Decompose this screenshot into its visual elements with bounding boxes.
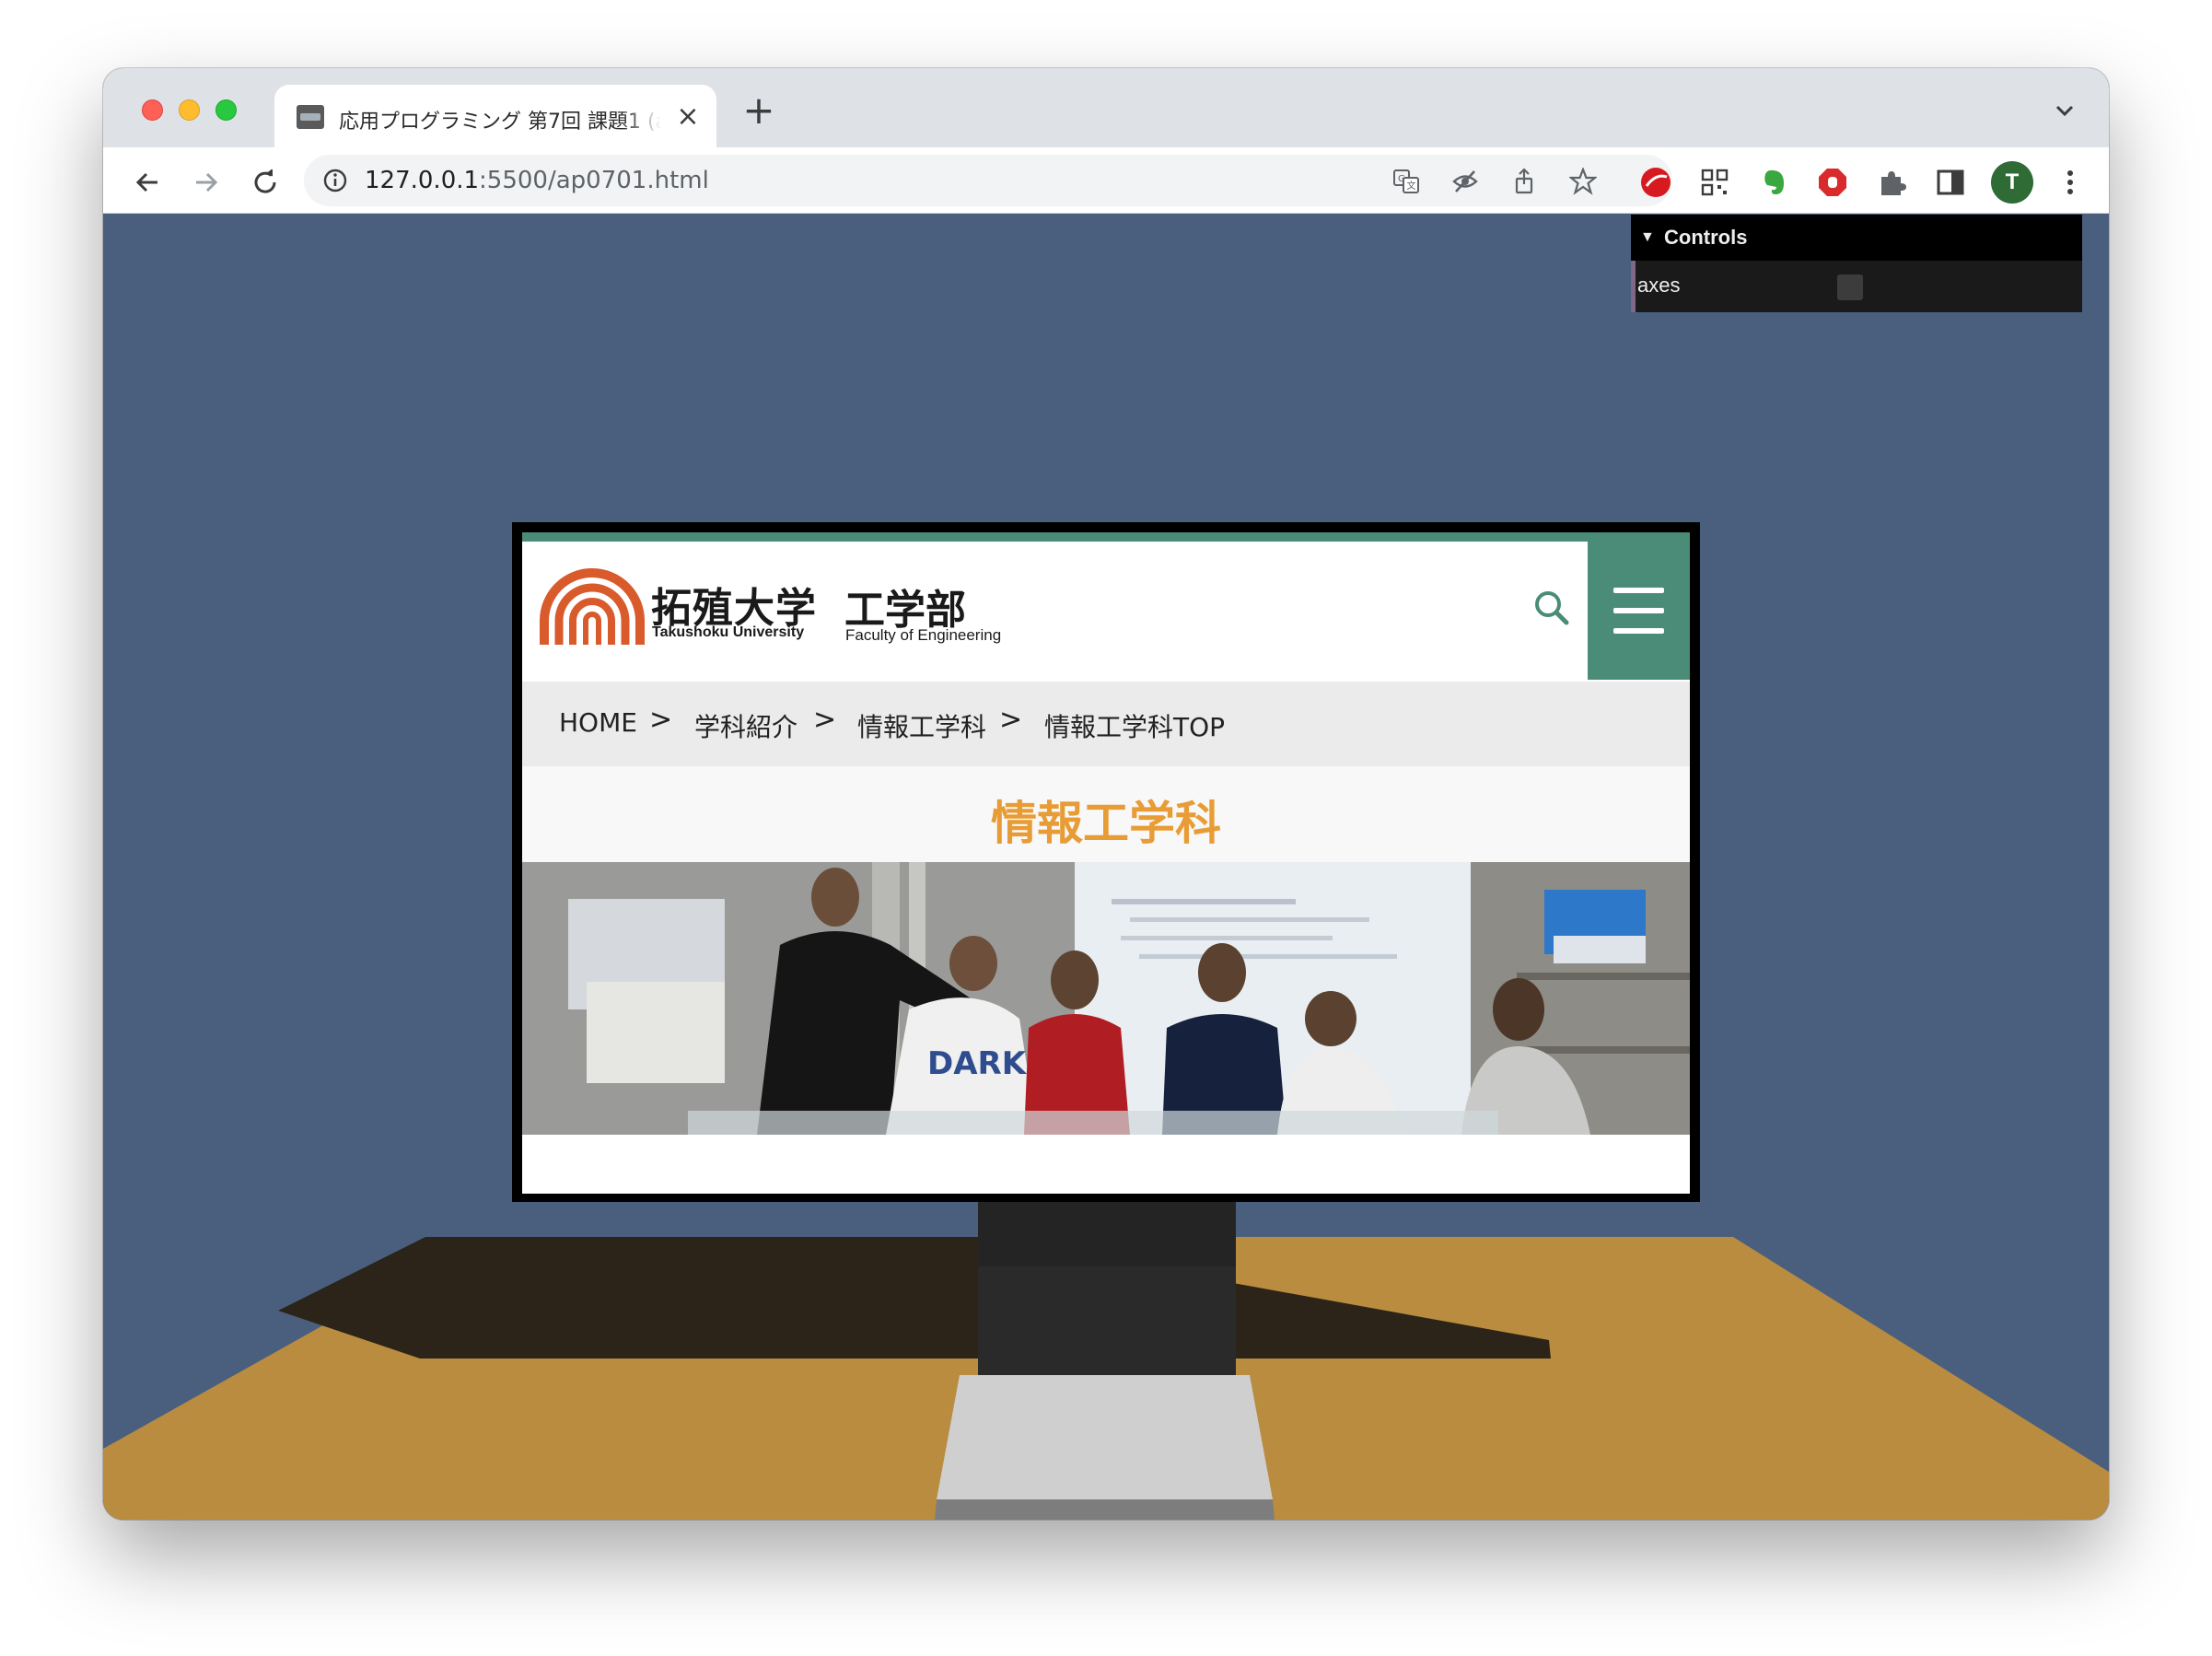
browser-window: 応用プログラミング 第7回 課題1 (a × + 127.0.0.1:5500/… xyxy=(103,68,2109,1520)
tab-favicon-icon xyxy=(297,105,324,129)
controls-header[interactable]: ▼ Controls xyxy=(1631,215,2082,261)
breadcrumb-home[interactable]: HOME xyxy=(559,707,637,738)
adblock-icon[interactable] xyxy=(1816,166,1849,199)
tab-close-icon[interactable]: × xyxy=(672,101,704,133)
site-info-icon[interactable] xyxy=(322,168,348,193)
menu-line-icon xyxy=(1613,628,1664,634)
browser-toolbar: 127.0.0.1:5500/ap0701.html G文 T xyxy=(103,147,2109,214)
breadcrumb-separator: > xyxy=(649,704,673,736)
menu-line-icon xyxy=(1613,608,1664,613)
maximize-window-button[interactable] xyxy=(215,99,237,121)
profile-avatar[interactable]: T xyxy=(1991,161,2033,204)
menu-line-icon xyxy=(1613,588,1664,593)
hero-photo: DARK xyxy=(522,862,1690,1135)
page-title: 情報工学科 xyxy=(991,797,1221,850)
bookmark-star-icon[interactable] xyxy=(1569,168,1597,195)
trend-micro-extension-icon[interactable] xyxy=(1639,166,1672,199)
university-name-en[interactable]: Takushoku University xyxy=(652,624,804,641)
controls-panel: ▼ Controls axes xyxy=(1631,215,2082,312)
svg-text:文: 文 xyxy=(1407,180,1416,192)
evernote-icon[interactable] xyxy=(1757,166,1790,199)
breadcrumb-current: 情報工学科TOP xyxy=(1044,712,1226,742)
axes-checkbox[interactable] xyxy=(1837,274,1863,300)
breadcrumb-separator: > xyxy=(813,704,837,736)
url-host: 127.0.0.1 xyxy=(365,167,480,194)
breadcrumb-separator: > xyxy=(999,704,1023,736)
axes-row: axes xyxy=(1631,261,2082,312)
forward-arrow-icon[interactable] xyxy=(188,164,225,201)
site-accent-bar xyxy=(522,532,1690,542)
monitor-stand-base xyxy=(937,1375,1273,1499)
site-header: 拓殖大学 Takushoku University 工学部 Faculty of… xyxy=(522,542,1690,680)
back-arrow-icon[interactable] xyxy=(129,164,166,201)
controls-title: Controls xyxy=(1664,226,1748,249)
breadcrumb: HOME > 学科紹介 > 情報工学科 > 情報工学科TOP xyxy=(522,682,1690,766)
search-icon[interactable] xyxy=(1530,586,1574,630)
webgl-canvas[interactable]: 拓殖大学 Takushoku University 工学部 Faculty of… xyxy=(103,215,2109,1520)
breadcrumb-info-eng[interactable]: 情報工学科 xyxy=(857,707,986,744)
axes-label: axes xyxy=(1637,274,1681,297)
url-text: 127.0.0.1:5500/ap0701.html xyxy=(365,167,709,194)
more-menu-icon[interactable] xyxy=(2054,166,2087,199)
reload-icon[interactable] xyxy=(247,164,284,201)
eye-slash-icon[interactable] xyxy=(1451,168,1479,195)
hamburger-menu-button[interactable] xyxy=(1588,542,1690,680)
active-tab[interactable]: 応用プログラミング 第7回 課題1 (a × xyxy=(274,85,716,147)
side-panel-icon[interactable] xyxy=(1934,166,1967,199)
tab-search-chevron-icon[interactable] xyxy=(2048,94,2081,127)
chevron-down-icon: ▼ xyxy=(1640,229,1655,245)
new-tab-button[interactable]: + xyxy=(739,90,779,131)
svg-text:G: G xyxy=(1398,174,1405,184)
url-path: :5500/ap0701.html xyxy=(479,167,709,194)
breadcrumb-department-intro[interactable]: 学科紹介 xyxy=(694,707,797,744)
monitor-screen: 拓殖大学 Takushoku University 工学部 Faculty of… xyxy=(522,532,1690,1194)
close-window-button[interactable] xyxy=(142,99,163,121)
svg-text:DARK: DARK xyxy=(927,1045,1028,1082)
translate-icon[interactable]: G文 xyxy=(1392,168,1420,195)
faculty-name-en[interactable]: Faculty of Engineering xyxy=(845,626,1001,645)
extensions-puzzle-icon[interactable] xyxy=(1875,166,1908,199)
address-bar[interactable]: 127.0.0.1:5500/ap0701.html G文 xyxy=(304,155,1672,206)
page-title-band: 情報工学科 xyxy=(522,766,1690,862)
share-icon[interactable] xyxy=(1510,168,1538,195)
minimize-window-button[interactable] xyxy=(179,99,200,121)
university-logo-arch-icon xyxy=(540,568,645,645)
tab-title: 応用プログラミング 第7回 課題1 (a xyxy=(339,111,661,133)
qr-code-icon[interactable] xyxy=(1698,166,1731,199)
tab-bar: 応用プログラミング 第7回 課題1 (a × + xyxy=(103,68,2109,147)
